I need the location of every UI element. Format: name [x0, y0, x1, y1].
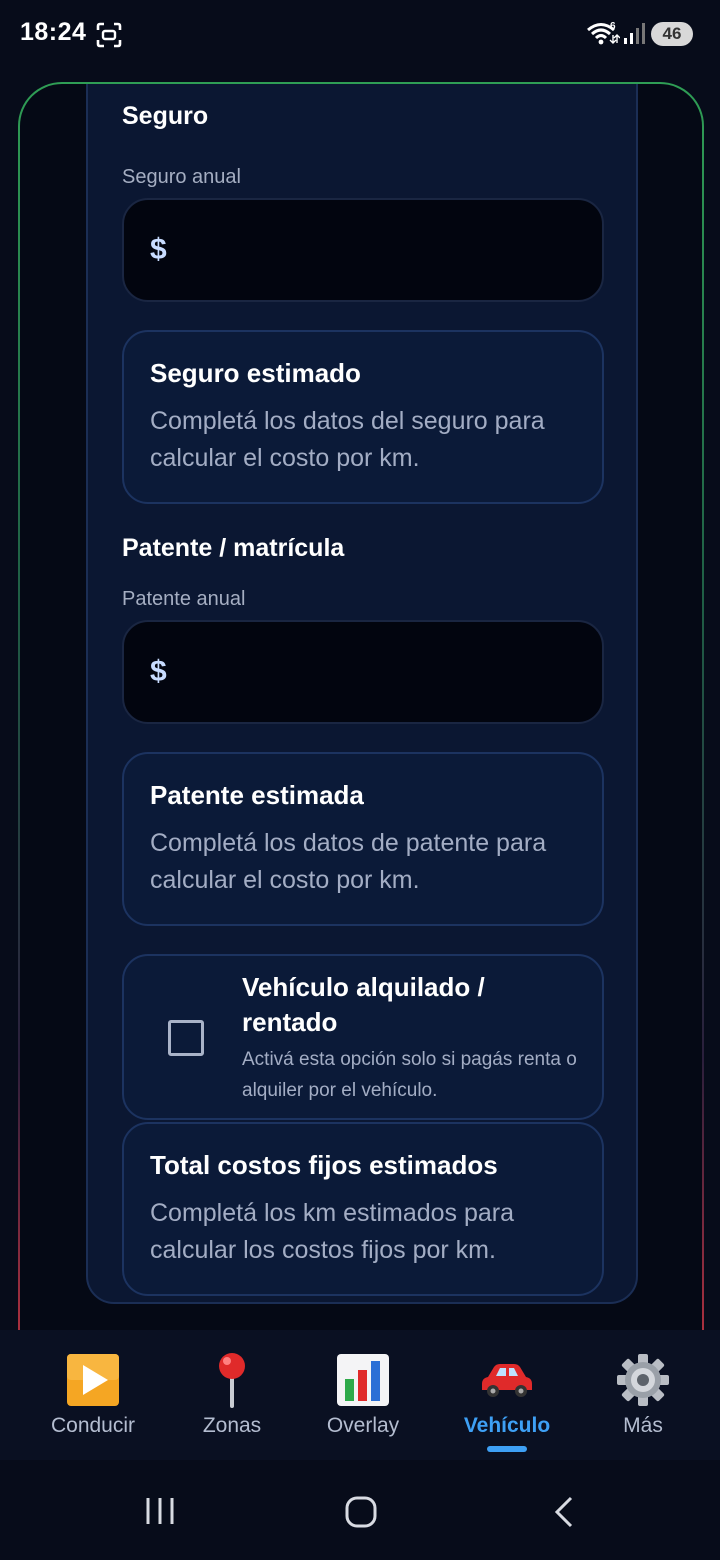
seguro-estimate-title: Seguro estimado: [150, 358, 361, 388]
total-fixed-costs-title: Total costos fijos estimados: [150, 1150, 498, 1180]
patente-estimate-card: Patente estimada Completá los datos de p…: [122, 752, 604, 926]
nav-label: Overlay: [326, 1414, 400, 1437]
screenshot-icon: [96, 22, 122, 48]
seguro-annual-input[interactable]: $: [122, 198, 604, 302]
bottom-nav: Conducir Zonas Overlay Vehículo Más: [0, 1330, 720, 1460]
gear-icon: [617, 1354, 669, 1406]
patente-estimate-title: Patente estimada: [150, 780, 364, 810]
seguro-estimate-text: Completá los datos del seguro para calcu…: [150, 407, 545, 472]
play-button-icon: [67, 1354, 119, 1406]
bar-chart-icon: [337, 1354, 389, 1406]
patente-estimate-text: Completá los datos de patente para calcu…: [150, 829, 547, 894]
nav-label: Zonas: [202, 1414, 262, 1437]
seguro-annual-field[interactable]: [178, 234, 559, 266]
nav-item-mas[interactable]: Más: [578, 1352, 708, 1438]
rented-vehicle-description: Activá esta opción solo si pagás renta o…: [242, 1049, 577, 1101]
section-title-seguro: Seguro: [122, 102, 209, 130]
wifi-badge: 6: [610, 21, 616, 32]
section-title-patente: Patente / matrícula: [122, 534, 345, 562]
nav-label: Más: [623, 1414, 663, 1437]
rented-vehicle-card[interactable]: Vehículo alquilado / rentado Activá esta…: [122, 954, 604, 1120]
status-time: 18:24: [20, 18, 87, 46]
signal-icon: [624, 23, 645, 44]
patente-annual-input[interactable]: $: [122, 620, 604, 724]
fixed-costs-panel: Seguro Seguro anual $ Seguro estimado Co…: [86, 84, 638, 1304]
patente-annual-field[interactable]: [178, 656, 559, 688]
wifi-icon: 6: [587, 21, 620, 45]
scroll-area[interactable]: Seguro Seguro anual $ Seguro estimado Co…: [86, 84, 638, 1380]
seguro-annual-label: Seguro anual: [122, 166, 241, 188]
system-nav-bar: [0, 1460, 720, 1560]
rented-vehicle-title: Vehículo alquilado / rentado: [242, 972, 485, 1037]
nav-label: Vehículo: [463, 1414, 551, 1437]
battery-indicator: 46: [651, 22, 693, 46]
nav-label: Conducir: [50, 1414, 136, 1437]
back-icon[interactable]: [552, 1496, 576, 1528]
patente-annual-label: Patente anual: [122, 588, 246, 610]
total-fixed-costs-text: Completá los km estimados para calcular …: [150, 1199, 515, 1264]
home-icon[interactable]: [344, 1496, 378, 1528]
currency-symbol: $: [150, 655, 167, 688]
seguro-estimate-card: Seguro estimado Completá los datos del s…: [122, 330, 604, 504]
total-fixed-costs-card: Total costos fijos estimados Completá lo…: [122, 1122, 604, 1296]
app-frame: Seguro Seguro anual $ Seguro estimado Co…: [18, 82, 704, 1382]
rented-vehicle-checkbox[interactable]: [168, 1020, 204, 1056]
pin-icon: [219, 1353, 245, 1408]
recent-apps-icon[interactable]: [144, 1496, 176, 1526]
status-bar: 18:24 6 46: [0, 0, 720, 70]
nav-item-overlay[interactable]: Overlay: [298, 1352, 428, 1438]
nav-item-zonas[interactable]: Zonas: [167, 1352, 297, 1438]
currency-symbol: $: [150, 233, 167, 266]
nav-item-vehiculo[interactable]: Vehículo: [442, 1352, 572, 1452]
nav-item-conducir[interactable]: Conducir: [28, 1352, 158, 1438]
car-icon: [482, 1364, 532, 1397]
active-tab-indicator: [487, 1446, 527, 1452]
